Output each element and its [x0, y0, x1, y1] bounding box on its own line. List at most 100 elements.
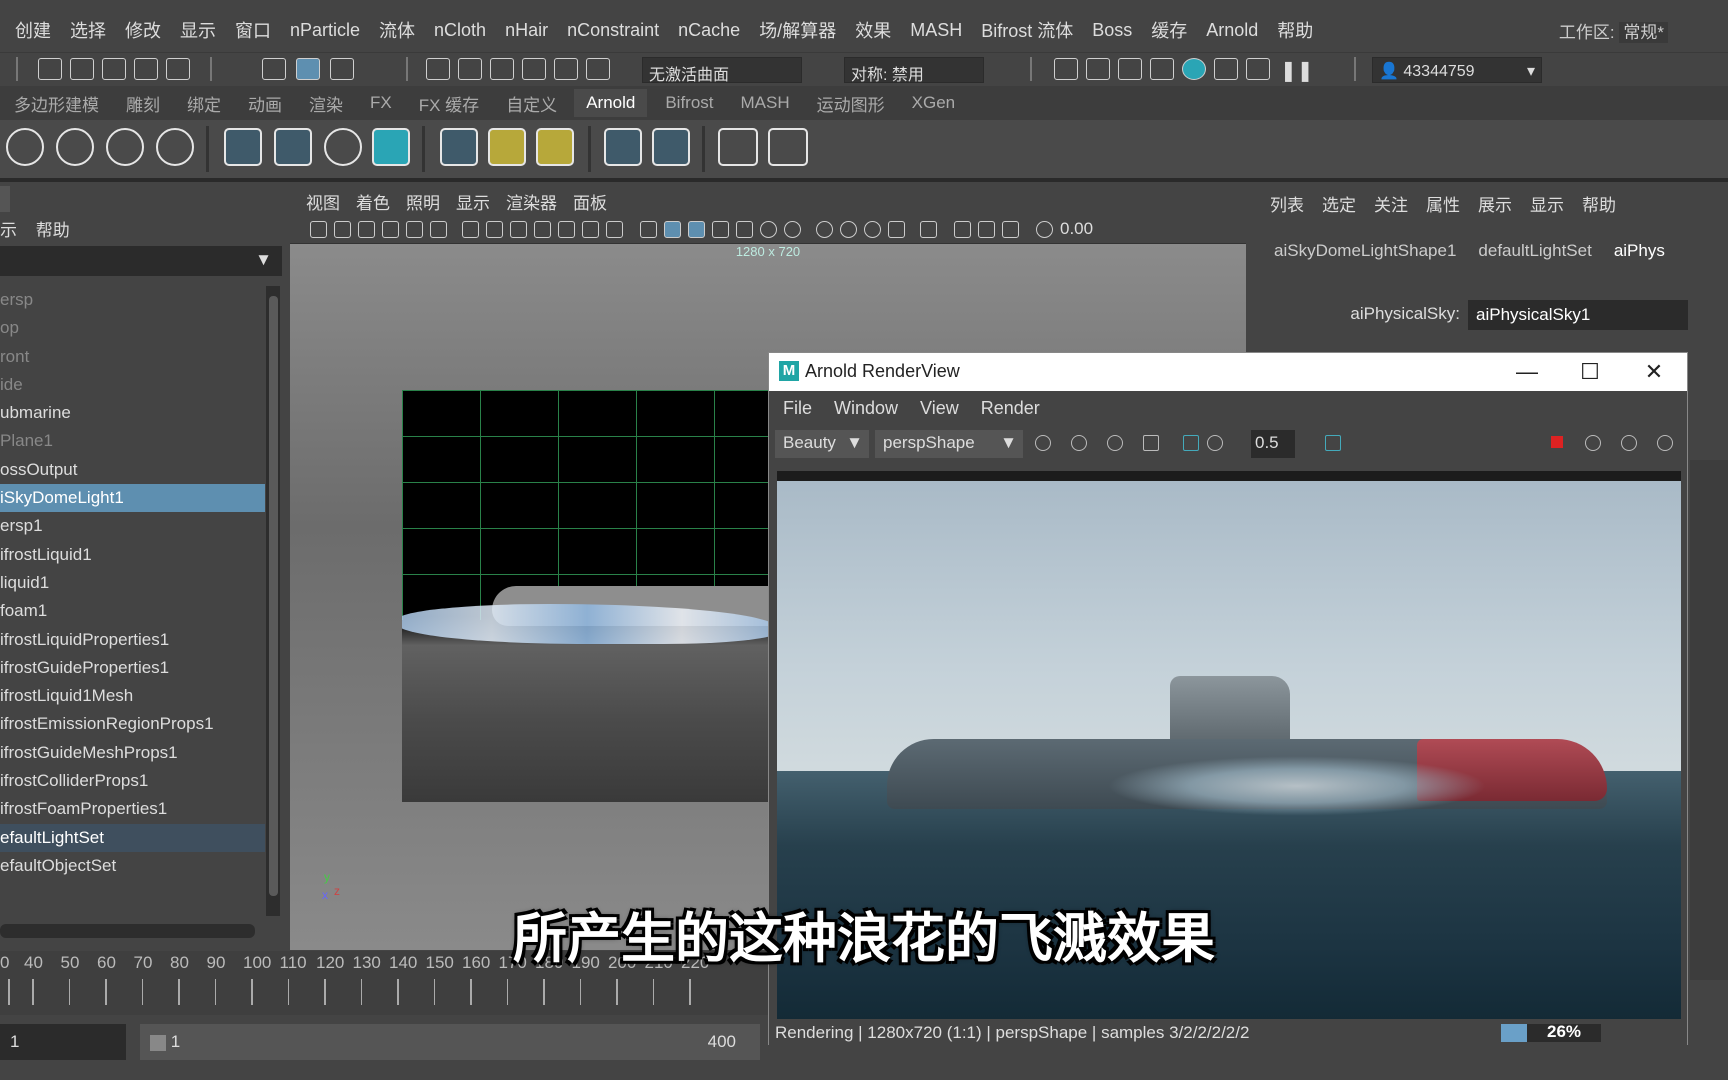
xray-active-icon[interactable]: [978, 221, 995, 238]
render-current-frame-icon[interactable]: [1086, 58, 1110, 80]
workspace-value[interactable]: 常规*: [1619, 22, 1668, 43]
render-setup-icon[interactable]: [1214, 58, 1238, 80]
use-all-lights-icon[interactable]: [760, 221, 777, 238]
shelf-tab[interactable]: 动画: [248, 91, 282, 116]
renderview-menu-item[interactable]: Render: [981, 398, 1040, 419]
viewport-menu-item[interactable]: 面板: [573, 189, 607, 214]
outliner-item[interactable]: ersp1: [0, 512, 265, 540]
play-render-icon[interactable]: [768, 128, 808, 166]
user-account-field[interactable]: 👤 43344759 ▾: [1372, 57, 1542, 83]
shelf-tab[interactable]: 雕刻: [126, 91, 160, 116]
menu-item[interactable]: MASH: [910, 20, 962, 41]
attribute-editor-tab[interactable]: aiPhys: [1614, 241, 1665, 261]
viewport-menu-item[interactable]: 渲染器: [506, 189, 557, 214]
xray-joints-icon[interactable]: [954, 221, 971, 238]
live-surface-field[interactable]: 无激活曲面: [642, 57, 802, 84]
snap-surface-icon[interactable]: [554, 58, 578, 80]
shelf-tab[interactable]: Bifrost: [665, 93, 713, 113]
arnold-render-icon[interactable]: [440, 128, 478, 166]
wireframe-icon[interactable]: [640, 221, 657, 238]
bookmark-icon[interactable]: [358, 221, 375, 238]
menu-item[interactable]: nParticle: [290, 20, 360, 41]
shelf-tab[interactable]: XGen: [912, 93, 955, 113]
outliner-item[interactable]: ifrostLiquid1: [0, 541, 265, 569]
outliner-item[interactable]: ifrostGuideMeshProps1: [0, 739, 265, 767]
textured-icon[interactable]: [736, 221, 753, 238]
outliner-item[interactable]: ifrostLiquid1Mesh: [0, 682, 265, 710]
outliner-item[interactable]: efaultObjectSet: [0, 852, 265, 880]
standin-icon[interactable]: [224, 128, 262, 166]
grid-icon[interactable]: [462, 221, 479, 238]
shelf-tab[interactable]: FX 缓存: [419, 91, 479, 116]
outliner-item[interactable]: ersp: [0, 286, 265, 314]
region-icon[interactable]: [1071, 435, 1087, 451]
outliner-item[interactable]: ifrostLiquidProperties1: [0, 626, 265, 654]
pause-icon[interactable]: ❚❚: [1280, 58, 1314, 82]
shadows-icon[interactable]: [784, 221, 801, 238]
attribute-editor-menu-item[interactable]: 显示: [1530, 191, 1564, 216]
camera-dropdown[interactable]: perspShape ▼: [875, 430, 1023, 458]
shelf-tab[interactable]: MASH: [741, 93, 790, 113]
field-chart-icon[interactable]: [558, 221, 575, 238]
depth-of-field-icon[interactable]: [888, 221, 905, 238]
renderview-menu-item[interactable]: Window: [834, 398, 898, 419]
start-time-field[interactable]: 1: [0, 1024, 126, 1060]
snap-curve-icon[interactable]: [458, 58, 482, 80]
outliner-menu-help[interactable]: 帮助: [36, 221, 70, 240]
exposure-value[interactable]: 0.00: [1060, 219, 1093, 239]
screen-space-ao-icon[interactable]: [816, 221, 833, 238]
menu-item[interactable]: Boss: [1092, 20, 1132, 41]
shelf-tab[interactable]: 渲染: [309, 91, 343, 116]
range-handle-icon[interactable]: [150, 1034, 166, 1051]
safe-title-icon[interactable]: [606, 221, 623, 238]
isolate-select-icon[interactable]: [920, 221, 937, 238]
light-manager-icon[interactable]: [652, 128, 690, 166]
outliner-item[interactable]: ront: [0, 343, 265, 371]
menu-item[interactable]: 场/解算器: [759, 17, 836, 43]
workspace-selector[interactable]: 工作区: 常规*: [1559, 18, 1668, 43]
outliner-item[interactable]: op: [0, 314, 265, 342]
menu-item[interactable]: nCloth: [434, 20, 486, 41]
range-slider-bar[interactable]: 1 400: [140, 1024, 760, 1060]
outliner-scrollbar-thumb[interactable]: [269, 296, 278, 896]
outliner-menu-show[interactable]: 示: [0, 221, 17, 240]
viewport-menu-item[interactable]: 显示: [456, 189, 490, 214]
resolution-gate-icon[interactable]: [510, 221, 527, 238]
menu-item[interactable]: 缓存: [1151, 17, 1187, 43]
attribute-editor-menu-item[interactable]: 选定: [1322, 191, 1356, 216]
tx-manager-icon[interactable]: [604, 128, 642, 166]
renderview-titlebar[interactable]: M Arnold RenderView — ☐ ✕: [769, 353, 1687, 391]
xray-icon[interactable]: [712, 221, 729, 238]
menu-item[interactable]: nHair: [505, 20, 548, 41]
exposure-icon[interactable]: [1036, 221, 1053, 238]
menu-item[interactable]: 选择: [70, 17, 106, 43]
motion-blur-icon[interactable]: [840, 221, 857, 238]
anti-aliasing-icon[interactable]: [864, 221, 881, 238]
attribute-editor-menu-item[interactable]: 属性: [1426, 191, 1460, 216]
one-to-one-icon[interactable]: [1143, 435, 1159, 451]
exposure-field[interactable]: 0.5: [1251, 430, 1295, 458]
outliner-item[interactable]: ubmarine: [0, 399, 265, 427]
refresh-icon[interactable]: [1585, 435, 1601, 451]
redo-icon[interactable]: [166, 58, 190, 80]
shelf-tab[interactable]: 运动图形: [817, 91, 885, 116]
light-editor-icon[interactable]: [1246, 58, 1270, 80]
physical-sky-field[interactable]: aiPhysicalSky1: [1468, 300, 1688, 330]
menu-item[interactable]: 帮助: [1277, 17, 1313, 43]
attribute-editor-tab[interactable]: defaultLightSet: [1478, 241, 1591, 261]
render-settings-icon[interactable]: [1035, 435, 1051, 451]
outliner-item[interactable]: ossOutput: [0, 456, 265, 484]
image-plane-icon[interactable]: [382, 221, 399, 238]
viewport-menu-item[interactable]: 着色: [356, 189, 390, 214]
safe-action-icon[interactable]: [582, 221, 599, 238]
snap-pivot-icon[interactable]: [586, 58, 610, 80]
snapshot-icon[interactable]: [1325, 435, 1341, 451]
undo-icon[interactable]: [134, 58, 158, 80]
outliner-item[interactable]: ifrostColliderProps1: [0, 767, 265, 795]
open-scene-icon[interactable]: [70, 58, 94, 80]
outliner-item[interactable]: ifrostGuideProperties1: [0, 654, 265, 682]
select-by-object-icon[interactable]: [296, 58, 320, 80]
shelf-tab[interactable]: 绑定: [187, 91, 221, 116]
physical-sky-icon[interactable]: [156, 128, 194, 166]
outliner-item[interactable]: efaultLightSet: [0, 823, 265, 852]
